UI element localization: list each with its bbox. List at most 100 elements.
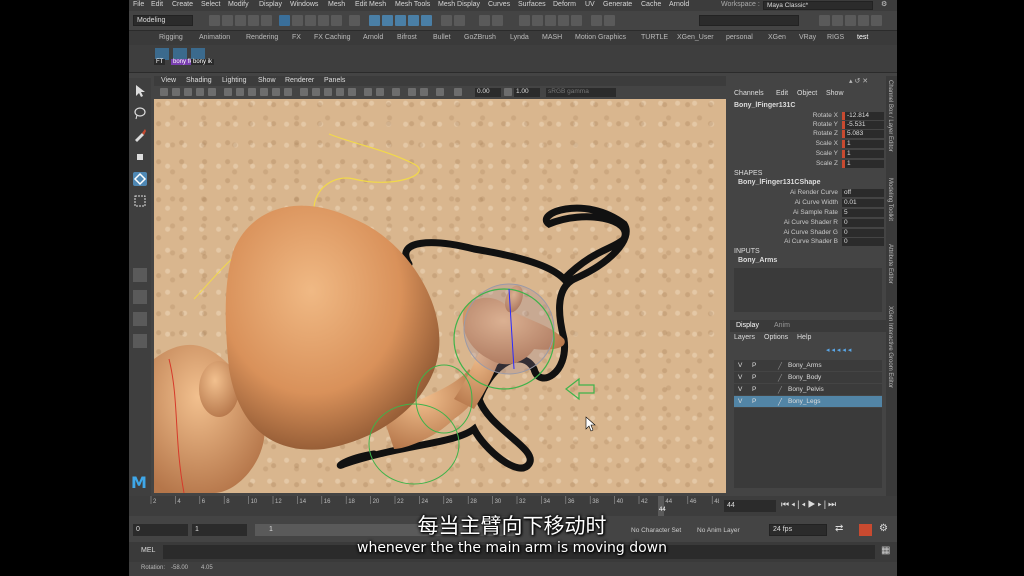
ao-icon[interactable] (408, 88, 416, 96)
layer-visibility[interactable]: V (738, 362, 742, 369)
shelf-tab-rendering[interactable]: Rendering (246, 34, 278, 41)
modeling-toolkit-icon[interactable] (871, 15, 882, 26)
layer-color-icon[interactable]: ╱ (778, 362, 782, 370)
mode-dropdown[interactable]: Modeling (133, 15, 193, 26)
viewport-3d[interactable] (154, 99, 726, 493)
textured-icon[interactable] (324, 88, 332, 96)
history-icon[interactable] (441, 15, 452, 26)
shelf-tab-personal[interactable]: personal (726, 34, 753, 41)
smooth-shade-icon[interactable] (312, 88, 320, 96)
render-icon[interactable] (532, 15, 543, 26)
layer-row[interactable]: V P ╱ Bony_Body (734, 372, 882, 383)
side-tab-channel-box[interactable]: Channel Box / Layer Editor (887, 80, 893, 152)
workspace-dropdown[interactable]: Maya Classic* (763, 1, 873, 10)
shelf-tab-motion-graphics[interactable]: Motion Graphics (575, 34, 626, 41)
menu-generate[interactable]: Generate (603, 1, 632, 8)
safe-action-icon[interactable] (272, 88, 280, 96)
attr-value[interactable]: -5.531 (842, 121, 884, 129)
cb-menu-object[interactable]: Object (797, 90, 817, 97)
resolution-gate-icon[interactable] (236, 88, 244, 96)
shelf-tab-mash[interactable]: MASH (542, 34, 562, 41)
side-tab-xgen[interactable]: XGen Interactive Groom Editor (887, 306, 893, 388)
menu-uv[interactable]: UV (585, 1, 595, 8)
shadows-icon[interactable] (348, 88, 356, 96)
le-menu-options[interactable]: Options (764, 334, 788, 341)
shelf-tab-turtle[interactable]: TURTLE (641, 34, 668, 41)
vp-menu-view[interactable]: View (161, 77, 176, 84)
vp-menu-renderer[interactable]: Renderer (285, 77, 314, 84)
render-settings-icon[interactable] (558, 15, 569, 26)
shape-attr-row[interactable]: Ai Render Curve off (730, 189, 886, 198)
cb-node-name[interactable]: Bony_lFinger131C (734, 102, 795, 109)
menu-curves[interactable]: Curves (488, 1, 510, 8)
menu-edit-mesh[interactable]: Edit Mesh (355, 1, 386, 8)
cb-menu-edit[interactable]: Edit (776, 90, 788, 97)
snap-point-icon[interactable] (395, 15, 406, 26)
shelf-tab-gozbrush[interactable]: GoZBrush (464, 34, 496, 41)
attr-row[interactable]: Scale Y 1 (730, 150, 886, 159)
attr-value[interactable]: 1 (842, 160, 884, 168)
search-input[interactable] (699, 15, 799, 26)
attr-value[interactable]: 0.01 (842, 199, 884, 207)
save-scene-icon[interactable] (235, 15, 246, 26)
menu-file[interactable]: File (133, 1, 144, 8)
scale-tool-icon[interactable] (133, 194, 147, 208)
attr-row[interactable]: Rotate Y -5.531 (730, 121, 886, 130)
exposure-icon[interactable] (454, 88, 462, 96)
attr-row[interactable]: Scale X 1 (730, 140, 886, 149)
undo-icon[interactable] (248, 15, 259, 26)
layer-row[interactable]: V P ╱ Bony_Pelvis (734, 384, 882, 395)
channel-box-icon[interactable] (858, 15, 869, 26)
attr-value[interactable]: off (842, 189, 884, 197)
layer-name[interactable]: Bony_Legs (788, 398, 821, 405)
shelf-tab-vray[interactable]: VRay (799, 34, 816, 41)
shelf-tab-fx[interactable]: FX (292, 34, 301, 41)
side-tab-modeling-toolkit[interactable]: Modeling Toolkit (887, 178, 893, 221)
inputs-icon[interactable] (454, 15, 465, 26)
menu-edit[interactable]: Edit (151, 1, 163, 8)
shape-attr-row[interactable]: Ai Curve Width 0.01 (730, 199, 886, 208)
attr-row[interactable]: Scale Z 1 (730, 160, 886, 169)
wireframe-icon[interactable] (300, 88, 308, 96)
shape-attr-row[interactable]: Ai Curve Shader R 0 (730, 219, 886, 228)
select-tool-icon[interactable] (133, 84, 147, 98)
render-view-icon[interactable] (519, 15, 530, 26)
field-chart-icon[interactable] (260, 88, 268, 96)
attr-value[interactable]: 0 (842, 219, 884, 227)
layer-color-icon[interactable]: ╱ (778, 374, 782, 382)
safe-title-icon[interactable] (284, 88, 292, 96)
menu-deform[interactable]: Deform (553, 1, 576, 8)
menu-modify[interactable]: Modify (228, 1, 249, 8)
menu-mesh-display[interactable]: Mesh Display (438, 1, 480, 8)
select-hierarchy-icon[interactable] (279, 15, 290, 26)
color-space-dropdown[interactable]: sRGB gamma (546, 88, 616, 97)
shelf-tab-fx-caching[interactable]: FX Caching (314, 34, 351, 41)
gate-mask-icon[interactable] (248, 88, 256, 96)
menu-display[interactable]: Display (259, 1, 282, 8)
attr-value[interactable]: 5 (842, 209, 884, 217)
shape-attr-row[interactable]: Ai Curve Shader G 0 (730, 229, 886, 238)
select-component-icon[interactable] (305, 15, 316, 26)
xray-icon[interactable] (364, 88, 372, 96)
exposure-field[interactable]: 0.00 (475, 88, 501, 97)
bookmark-icon[interactable] (184, 88, 192, 96)
menu-mesh[interactable]: Mesh (328, 1, 345, 8)
layer-row[interactable]: V P ╱ Bony_Arms (734, 360, 882, 371)
isolate-icon[interactable] (392, 88, 400, 96)
lights-icon[interactable] (336, 88, 344, 96)
cb-menu-show[interactable]: Show (826, 90, 844, 97)
grid-icon[interactable] (208, 88, 216, 96)
playback-controls-icons[interactable]: ⏮◂|◂▶▸|⏭ (781, 499, 838, 510)
menu-cache[interactable]: Cache (641, 1, 661, 8)
layer-playback[interactable]: P (752, 362, 756, 369)
layer-color-icon[interactable]: ╱ (778, 386, 782, 394)
layer-playback[interactable]: P (752, 386, 756, 393)
attr-row[interactable]: Rotate Z 5.083 (730, 130, 886, 139)
snap-live-icon[interactable] (421, 15, 432, 26)
rotate-tool-icon[interactable] (133, 172, 147, 186)
cb-menu-channels[interactable]: Channels (734, 90, 764, 97)
arnold-ipr-icon[interactable] (604, 15, 615, 26)
input-node-name[interactable]: Bony_Arms (738, 257, 777, 264)
layer-playback[interactable]: P (752, 374, 756, 381)
camera-attr-icon[interactable] (172, 88, 180, 96)
